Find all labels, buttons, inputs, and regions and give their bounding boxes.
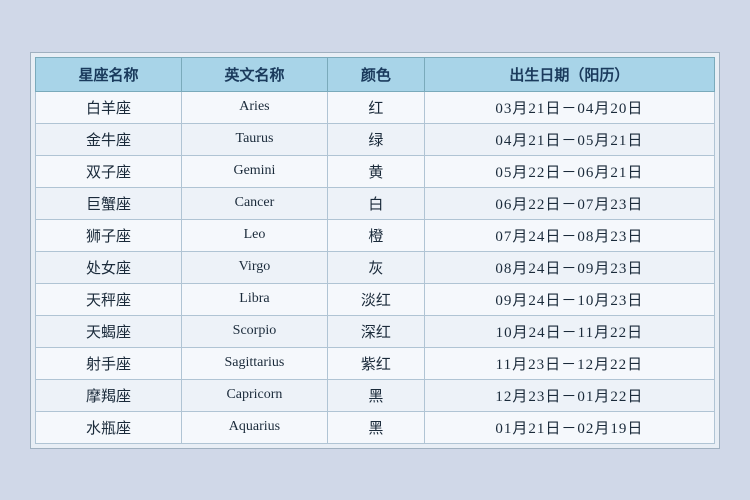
cell-chinese-name: 摩羯座 <box>36 379 182 411</box>
table-row: 巨蟹座Cancer白06月22日－07月23日 <box>36 187 715 219</box>
cell-english-name: Aries <box>181 91 327 123</box>
cell-color: 橙 <box>327 219 424 251</box>
cell-english-name: Virgo <box>181 251 327 283</box>
cell-english-name: Gemini <box>181 155 327 187</box>
cell-english-name: Libra <box>181 283 327 315</box>
table-row: 白羊座Aries红03月21日－04月20日 <box>36 91 715 123</box>
header-english-name: 英文名称 <box>181 57 327 91</box>
cell-dates: 04月21日－05月21日 <box>424 123 714 155</box>
cell-color: 深红 <box>327 315 424 347</box>
cell-color: 黄 <box>327 155 424 187</box>
cell-dates: 05月22日－06月21日 <box>424 155 714 187</box>
table-body: 白羊座Aries红03月21日－04月20日金牛座Taurus绿04月21日－0… <box>36 91 715 443</box>
cell-dates: 09月24日－10月23日 <box>424 283 714 315</box>
cell-chinese-name: 金牛座 <box>36 123 182 155</box>
table-row: 金牛座Taurus绿04月21日－05月21日 <box>36 123 715 155</box>
cell-english-name: Sagittarius <box>181 347 327 379</box>
zodiac-table: 星座名称 英文名称 颜色 出生日期（阳历） 白羊座Aries红03月21日－04… <box>35 57 715 444</box>
header-birth-date: 出生日期（阳历） <box>424 57 714 91</box>
cell-dates: 08月24日－09月23日 <box>424 251 714 283</box>
cell-english-name: Leo <box>181 219 327 251</box>
table-header-row: 星座名称 英文名称 颜色 出生日期（阳历） <box>36 57 715 91</box>
table-row: 狮子座Leo橙07月24日－08月23日 <box>36 219 715 251</box>
cell-english-name: Capricorn <box>181 379 327 411</box>
cell-chinese-name: 巨蟹座 <box>36 187 182 219</box>
cell-color: 白 <box>327 187 424 219</box>
zodiac-table-wrapper: 星座名称 英文名称 颜色 出生日期（阳历） 白羊座Aries红03月21日－04… <box>30 52 720 449</box>
table-row: 水瓶座Aquarius黑01月21日－02月19日 <box>36 411 715 443</box>
cell-color: 紫红 <box>327 347 424 379</box>
cell-english-name: Scorpio <box>181 315 327 347</box>
cell-chinese-name: 天蝎座 <box>36 315 182 347</box>
cell-chinese-name: 天秤座 <box>36 283 182 315</box>
cell-english-name: Taurus <box>181 123 327 155</box>
cell-chinese-name: 水瓶座 <box>36 411 182 443</box>
cell-dates: 11月23日－12月22日 <box>424 347 714 379</box>
header-chinese-name: 星座名称 <box>36 57 182 91</box>
table-row: 天蝎座Scorpio深红10月24日－11月22日 <box>36 315 715 347</box>
table-row: 天秤座Libra淡红09月24日－10月23日 <box>36 283 715 315</box>
cell-dates: 10月24日－11月22日 <box>424 315 714 347</box>
cell-color: 黑 <box>327 379 424 411</box>
header-color: 颜色 <box>327 57 424 91</box>
cell-color: 红 <box>327 91 424 123</box>
cell-english-name: Cancer <box>181 187 327 219</box>
cell-color: 绿 <box>327 123 424 155</box>
cell-color: 灰 <box>327 251 424 283</box>
cell-dates: 01月21日－02月19日 <box>424 411 714 443</box>
cell-chinese-name: 狮子座 <box>36 219 182 251</box>
cell-chinese-name: 射手座 <box>36 347 182 379</box>
cell-color: 淡红 <box>327 283 424 315</box>
cell-dates: 06月22日－07月23日 <box>424 187 714 219</box>
table-row: 处女座Virgo灰08月24日－09月23日 <box>36 251 715 283</box>
cell-chinese-name: 白羊座 <box>36 91 182 123</box>
table-row: 双子座Gemini黄05月22日－06月21日 <box>36 155 715 187</box>
cell-english-name: Aquarius <box>181 411 327 443</box>
cell-color: 黑 <box>327 411 424 443</box>
cell-chinese-name: 双子座 <box>36 155 182 187</box>
cell-dates: 12月23日－01月22日 <box>424 379 714 411</box>
table-row: 摩羯座Capricorn黑12月23日－01月22日 <box>36 379 715 411</box>
cell-dates: 03月21日－04月20日 <box>424 91 714 123</box>
cell-dates: 07月24日－08月23日 <box>424 219 714 251</box>
table-row: 射手座Sagittarius紫红11月23日－12月22日 <box>36 347 715 379</box>
cell-chinese-name: 处女座 <box>36 251 182 283</box>
